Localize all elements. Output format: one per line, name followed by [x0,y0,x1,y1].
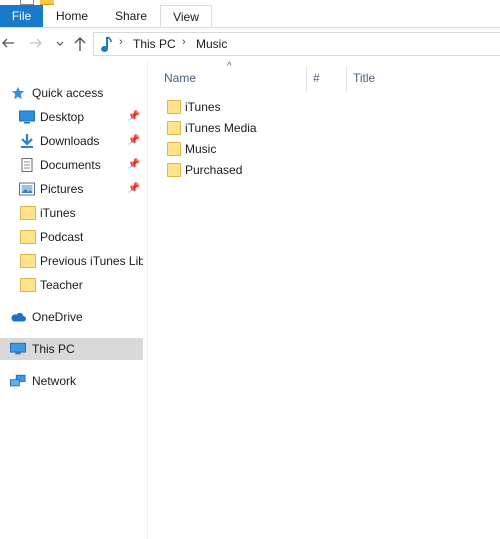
nav-label: Previous iTunes Lib [40,254,143,268]
forward-arrow-icon [30,38,42,48]
nav-label: This PC [32,342,75,356]
nav-label: iTunes [40,206,76,220]
navigation-pane: Quick access Desktop 📌 Downloads 📌 Docum… [0,60,148,539]
computer-icon [10,342,26,355]
nav-previous-itunes-lib[interactable]: Previous iTunes Lib [0,250,143,272]
nav-label: Network [32,374,77,388]
breadcrumb-separator[interactable]: › [119,36,123,48]
music-note-icon [101,36,112,52]
download-icon [21,134,33,148]
list-item[interactable]: Purchased [164,160,344,181]
pin-icon[interactable]: 📌 [128,106,140,128]
column-header-title[interactable]: Title [353,60,493,96]
tab-view[interactable]: View [160,5,212,27]
nav-label: Teacher [40,278,83,292]
nav-label: Documents [40,158,101,172]
back-arrow-icon [2,38,14,48]
folder-icon [20,278,36,292]
pin-icon[interactable]: 📌 [128,178,140,200]
nav-itunes[interactable]: iTunes [0,202,143,224]
item-name: iTunes [185,100,221,114]
folder-icon [20,230,36,244]
nav-label: Desktop [40,110,85,124]
nav-this-pc[interactable]: This PC [0,338,143,360]
nav-teacher[interactable]: Teacher [0,274,143,296]
nav-label: Quick access [32,86,104,100]
nav-label: Pictures [40,182,84,196]
item-name: Music [185,142,217,156]
file-list: ^ Name # Title iTunes iTunes Media Music… [147,60,500,539]
folder-icon [167,142,181,156]
nav-label: Podcast [40,230,84,244]
item-name: iTunes Media [185,121,257,135]
folder-icon [167,121,181,135]
column-divider[interactable] [306,66,307,92]
column-header-number[interactable]: # [313,60,343,96]
ribbon-tabs: File Home Share View [0,5,500,28]
navigation-bar: › This PC › Music [0,28,500,60]
column-header-name[interactable]: Name [164,60,304,96]
column-divider[interactable] [346,66,347,92]
tab-file[interactable]: File [0,5,43,27]
nav-onedrive[interactable]: OneDrive [0,306,143,328]
nav-label: OneDrive [32,310,83,324]
item-name: Purchased [185,163,243,177]
list-item[interactable]: Music [164,139,344,160]
list-item[interactable]: iTunes Media [164,118,344,139]
pin-icon[interactable]: 📌 [128,130,140,152]
nav-label: Downloads [40,134,100,148]
list-item[interactable]: iTunes [164,97,344,118]
desktop-icon [19,110,35,124]
folder-icon [20,206,36,220]
chevron-down-icon [56,41,64,46]
nav-quick-access[interactable]: Quick access [0,82,143,104]
cloud-icon [11,312,26,322]
tab-share[interactable]: Share [108,5,154,27]
folder-icon [167,100,181,114]
back-button[interactable] [0,36,16,52]
nav-pictures[interactable]: Pictures 📌 [0,178,143,200]
nav-network[interactable]: Network [0,370,143,392]
breadcrumb-separator[interactable]: › [182,36,186,48]
folder-icon [20,254,36,268]
network-icon [10,374,26,387]
pin-icon[interactable]: 📌 [128,154,140,176]
tab-home[interactable]: Home [49,5,95,27]
breadcrumb-this-pc[interactable]: This PC [133,37,176,51]
nav-downloads[interactable]: Downloads 📌 [0,130,143,152]
pictures-icon [19,182,35,196]
folder-icon [167,163,181,177]
forward-button[interactable] [28,36,44,52]
star-icon [11,86,25,100]
documents-icon [21,158,33,172]
breadcrumb-music[interactable]: Music [196,37,227,51]
nav-podcast[interactable]: Podcast [0,226,143,248]
up-button[interactable] [72,36,88,52]
recent-locations-button[interactable] [52,36,68,52]
nav-documents[interactable]: Documents 📌 [0,154,143,176]
nav-desktop[interactable]: Desktop 📌 [0,106,143,128]
address-bar[interactable]: › This PC › Music [93,32,500,56]
up-arrow-icon [74,37,86,51]
